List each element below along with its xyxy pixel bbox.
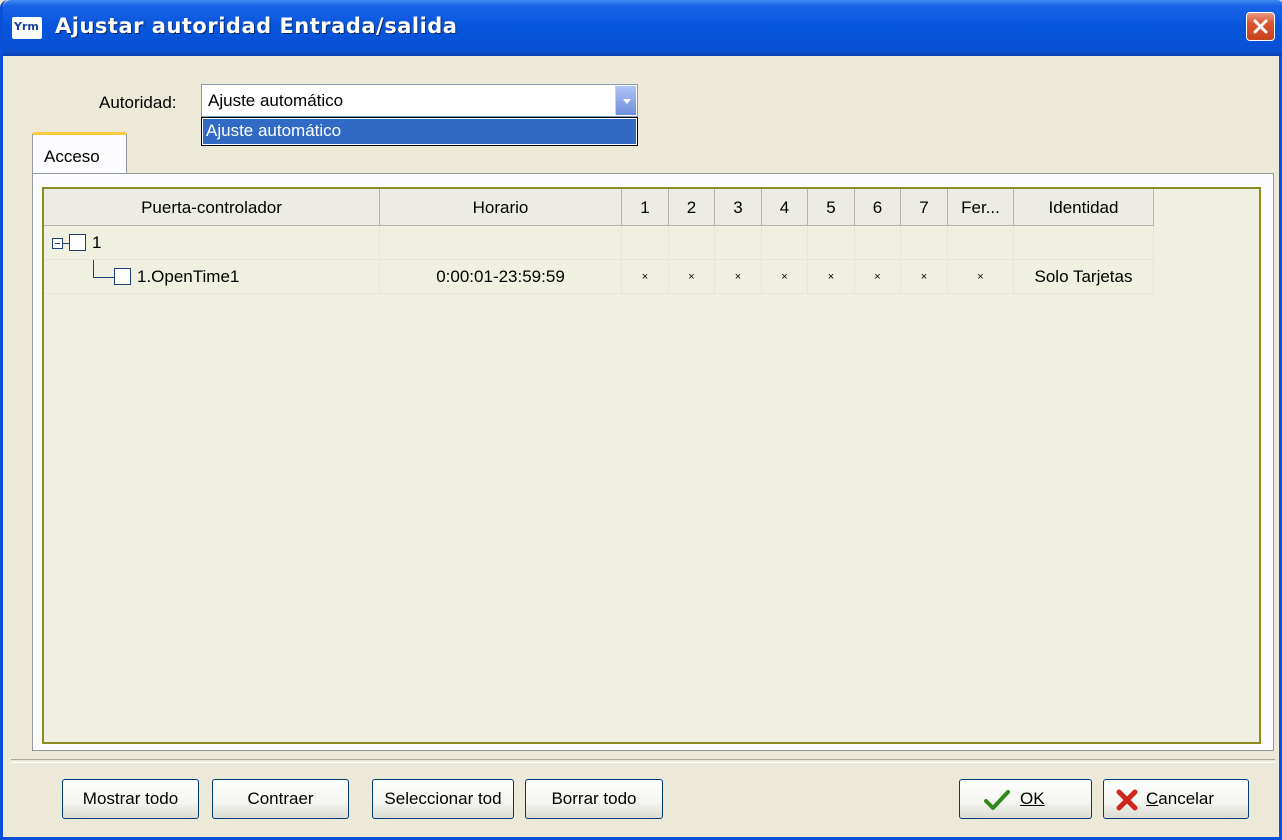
- tree-line: [93, 277, 114, 278]
- column-header-horario[interactable]: Horario: [380, 189, 622, 226]
- cancel-button[interactable]: Cancelar: [1103, 779, 1249, 819]
- row-checkbox[interactable]: [114, 268, 131, 285]
- day-cell: [715, 226, 762, 260]
- tree-cell: 1: [44, 226, 380, 260]
- tree-line: [93, 260, 94, 277]
- day-cell: ×: [808, 260, 855, 294]
- app-icon: Yrm: [12, 17, 42, 39]
- table-row[interactable]: 1.OpenTime1 0:00:01-23:59:59 × × × × × ×…: [44, 260, 1156, 294]
- horario-cell: [380, 226, 622, 260]
- row-name: 1: [92, 233, 102, 252]
- column-header-puerta[interactable]: Puerta-controlador: [44, 189, 380, 226]
- day-cell: ×: [855, 260, 901, 294]
- authority-selected-value: Ajuste automático: [208, 91, 344, 110]
- access-grid: Puerta-controlador Horario 1 2 3 4 5 6 7…: [42, 187, 1261, 744]
- identidad-cell: [1014, 226, 1154, 260]
- column-header-day-1[interactable]: 1: [622, 189, 669, 226]
- show-all-button[interactable]: Mostrar todo: [62, 779, 199, 819]
- day-cell: [901, 226, 948, 260]
- day-cell: ×: [901, 260, 948, 294]
- day-cell: [855, 226, 901, 260]
- column-header-day-4[interactable]: 4: [762, 189, 808, 226]
- cancel-label: Cancelar: [1146, 789, 1215, 808]
- dropdown-option[interactable]: Ajuste automático: [203, 119, 636, 144]
- table-row[interactable]: 1: [44, 226, 1156, 260]
- ok-button[interactable]: OK: [959, 779, 1092, 819]
- collapse-button[interactable]: Contraer: [212, 779, 349, 819]
- collapse-icon[interactable]: [52, 238, 63, 249]
- window-title: Ajustar autoridad Entrada/salida: [55, 14, 458, 38]
- column-header-filler: [1154, 189, 1259, 226]
- column-header-day-5[interactable]: 5: [808, 189, 855, 226]
- authority-label: Autoridad:: [99, 93, 177, 112]
- tree-cell: 1.OpenTime1: [44, 260, 380, 294]
- tab-panel: Puerta-controlador Horario 1 2 3 4 5 6 7…: [32, 173, 1274, 751]
- tab-label: Acceso: [44, 147, 100, 166]
- authority-dropdown-list: Ajuste automático: [201, 117, 638, 146]
- day-cell: [808, 226, 855, 260]
- select-all-button[interactable]: Seleccionar tod: [372, 779, 514, 819]
- x-icon: [1116, 789, 1138, 811]
- day-cell: ×: [762, 260, 808, 294]
- feriado-cell: ×: [948, 260, 1014, 294]
- column-header-day-6[interactable]: 6: [855, 189, 901, 226]
- checkmark-icon: [984, 790, 1010, 810]
- dropdown-arrow-icon[interactable]: [615, 86, 636, 115]
- ok-label: OK: [1020, 789, 1045, 808]
- clear-all-button[interactable]: Borrar todo: [525, 779, 663, 819]
- row-name: 1.OpenTime1: [137, 267, 240, 286]
- day-cell: ×: [669, 260, 715, 294]
- separator: [11, 759, 1275, 763]
- close-icon: [1253, 19, 1268, 34]
- day-cell: [762, 226, 808, 260]
- authority-combobox[interactable]: Ajuste automático: [201, 84, 638, 117]
- title-bar[interactable]: Yrm Ajustar autoridad Entrada/salida: [3, 0, 1282, 56]
- horario-cell: 0:00:01-23:59:59: [380, 260, 622, 294]
- day-cell: [669, 226, 715, 260]
- identidad-cell: Solo Tarjetas: [1014, 260, 1154, 294]
- close-button[interactable]: [1246, 12, 1275, 41]
- column-header-day-2[interactable]: 2: [669, 189, 715, 226]
- day-cell: ×: [622, 260, 669, 294]
- column-header-identidad[interactable]: Identidad: [1014, 189, 1154, 226]
- day-cell: ×: [715, 260, 762, 294]
- dialog-window: Yrm Ajustar autoridad Entrada/salida Aut…: [0, 0, 1282, 840]
- feriado-cell: [948, 226, 1014, 260]
- column-header-feriado[interactable]: Fer...: [948, 189, 1014, 226]
- row-checkbox[interactable]: [69, 234, 86, 251]
- column-header-day-3[interactable]: 3: [715, 189, 762, 226]
- grid-header: Puerta-controlador Horario 1 2 3 4 5 6 7…: [44, 189, 1259, 226]
- day-cell: [622, 226, 669, 260]
- tab-acceso[interactable]: Acceso: [32, 132, 127, 174]
- column-header-day-7[interactable]: 7: [901, 189, 948, 226]
